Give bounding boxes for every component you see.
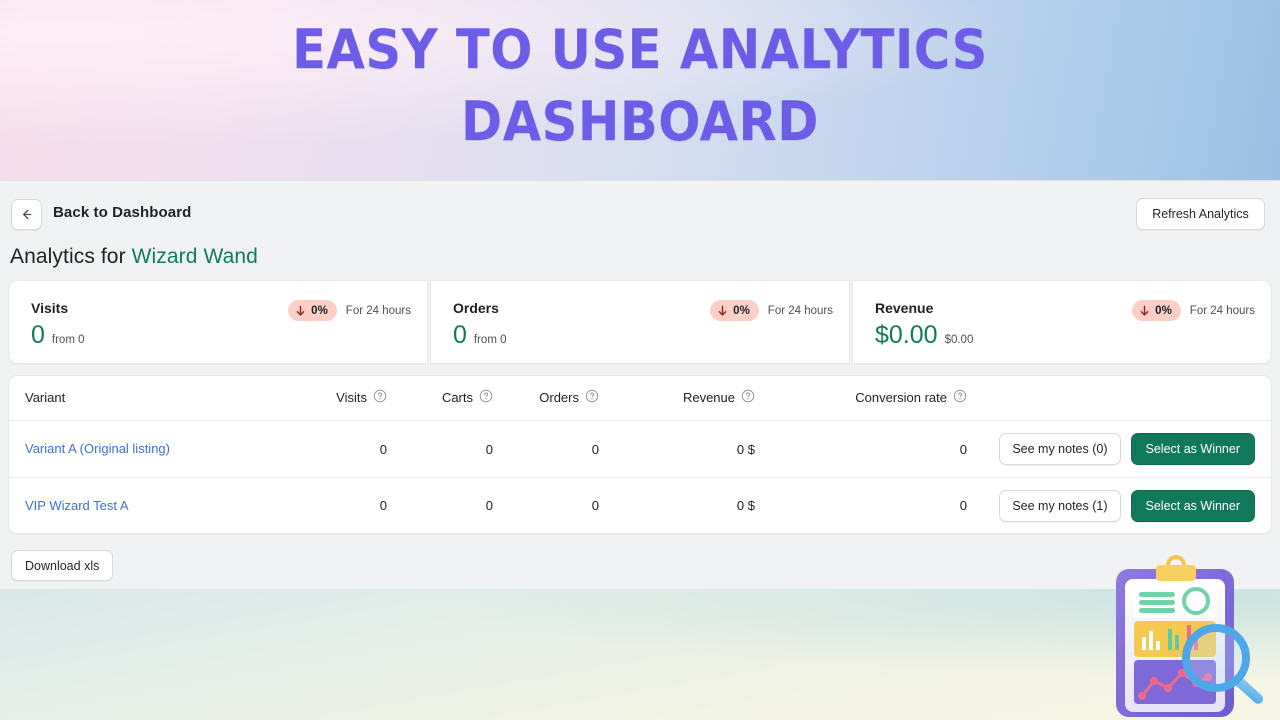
column-header-carts: Carts (442, 389, 493, 406)
download-xls-button[interactable]: Download xls (11, 550, 114, 581)
promo-banner-line-2: DASHBOARD (461, 90, 819, 153)
stat-subvalue: from 0 (473, 334, 507, 346)
promo-banner-line-1: EASY TO USE ANALYTICS (292, 18, 988, 81)
arrow-down-icon (1139, 305, 1150, 317)
table-cell-visits: 0 (379, 498, 387, 513)
table-cell-actions: See my notes (1) Select as Winner (967, 489, 1271, 522)
stat-card-orders: Orders 0 from 0 0% For 24 hours (430, 280, 850, 364)
table-cell-actions: See my notes (0) Select as Winner (967, 433, 1271, 465)
stat-card-revenue: Revenue $0.00 $0.00 0% For 24 hours (852, 280, 1272, 364)
table-header-cell-revenue: Revenue (599, 389, 755, 407)
arrow-down-icon (295, 305, 306, 317)
table-cell-variant: Variant A (Original listing) (9, 440, 281, 458)
table-cell-orders: 0 (591, 498, 599, 513)
select-as-winner-button[interactable]: Select as Winner (1130, 433, 1255, 465)
arrow-left-icon (19, 207, 34, 222)
stat-subvalue: $0.00 (944, 334, 974, 346)
promo-banner: EASY TO USE ANALYTICS DASHBOARD (0, 0, 1280, 180)
column-label-visits: Visits (336, 390, 367, 405)
back-to-dashboard-label[interactable]: Back to Dashboard (53, 204, 191, 221)
status-badge: 0% (710, 300, 759, 321)
stat-meta: 0% For 24 hours (1132, 300, 1255, 321)
stat-period: For 24 hours (1189, 304, 1255, 317)
column-header-visits: Visits (336, 389, 387, 406)
stat-value-row: $0.00 $0.00 (875, 323, 973, 348)
column-header-conversion-rate: Conversion rate (855, 389, 967, 406)
help-question-icon[interactable] (373, 389, 387, 406)
help-question-icon[interactable] (953, 389, 967, 406)
column-label-carts: Carts (441, 390, 473, 405)
variant-link[interactable]: VIP Wizard Test A (25, 498, 129, 513)
stat-title: Visits (31, 300, 69, 316)
back-button[interactable] (11, 199, 42, 230)
see-my-notes-button[interactable]: See my notes (0) (999, 433, 1121, 465)
stat-value-row: 0 from 0 (31, 323, 85, 348)
stat-period: For 24 hours (345, 304, 411, 317)
help-question-icon[interactable] (585, 389, 599, 406)
table-cell-conversion: 0 (959, 498, 967, 513)
status-badge: 0% (1132, 300, 1181, 321)
column-label-orders: Orders (539, 390, 579, 405)
variant-link[interactable]: Variant A (Original listing) (25, 441, 170, 456)
stat-period: For 24 hours (767, 304, 833, 317)
table-cell-carts: 0 (485, 441, 493, 457)
stat-card-visits: Visits 0 from 0 0% For 24 hours (8, 280, 428, 364)
table-cell-revenue: 0 $ (736, 441, 755, 457)
column-label-conversion-rate: Conversion rate (855, 390, 947, 405)
table-header-cell-orders: Orders (493, 389, 599, 407)
status-badge-value: 0% (1155, 304, 1172, 317)
select-as-winner-button[interactable]: Select as Winner (1130, 489, 1255, 522)
stat-cards: Visits 0 from 0 0% For 24 hours Orders 0… (8, 280, 1272, 364)
variants-table: Variant Visits Carts Orders Revenue Conv… (8, 375, 1272, 534)
clipboard-analytics-magnifier-illustration (1098, 555, 1280, 720)
column-header-orders: Orders (539, 389, 599, 406)
table-header-cell-visits: Visits (281, 389, 387, 407)
analytics-app-area: Back to Dashboard Refresh Analytics Anal… (0, 180, 1280, 589)
promo-banner-text: EASY TO USE ANALYTICS DASHBOARD (51, 0, 1229, 158)
stat-subvalue: from 0 (51, 334, 85, 346)
column-label-revenue: Revenue (682, 390, 735, 405)
table-header-row: Variant Visits Carts Orders Revenue Conv… (9, 376, 1271, 421)
help-question-icon[interactable] (741, 389, 755, 406)
stat-meta: 0% For 24 hours (288, 300, 411, 321)
table-header-cell-variant: Variant (9, 389, 281, 407)
column-label-variant: Variant (25, 390, 66, 405)
page-title: Analytics for Wizard Wand (10, 245, 258, 269)
arrow-down-icon (717, 305, 728, 317)
column-header-revenue: Revenue (683, 389, 755, 406)
app-header: Back to Dashboard (0, 180, 1280, 237)
table-row: Variant A (Original listing) 0 0 0 0 $ 0… (9, 421, 1271, 477)
status-badge-value: 0% (733, 304, 750, 317)
stat-title: Orders (453, 300, 499, 316)
table-row: VIP Wizard Test A 0 0 0 0 $ 0 See my not… (9, 477, 1271, 533)
refresh-analytics-button[interactable]: Refresh Analytics (1136, 198, 1265, 230)
footer-gradient (0, 589, 1280, 720)
status-badge: 0% (288, 300, 337, 321)
stat-title: Revenue (875, 300, 934, 316)
see-my-notes-button[interactable]: See my notes (1) (999, 489, 1121, 522)
stat-value: $0.00 (875, 321, 938, 349)
stat-value: 0 (31, 321, 45, 349)
table-cell-carts: 0 (485, 498, 493, 513)
stat-value-row: 0 from 0 (453, 323, 507, 348)
table-header-cell-carts: Carts (387, 389, 493, 407)
page-title-product: Wizard Wand (131, 245, 258, 268)
table-cell-variant: VIP Wizard Test A (9, 497, 281, 515)
help-question-icon[interactable] (479, 389, 493, 406)
table-cell-orders: 0 (591, 441, 599, 457)
table-cell-conversion: 0 (959, 441, 967, 457)
status-badge-value: 0% (311, 304, 328, 317)
table-cell-visits: 0 (379, 441, 387, 457)
stat-value: 0 (453, 321, 467, 349)
table-cell-revenue: 0 $ (736, 498, 755, 513)
stat-meta: 0% For 24 hours (710, 300, 833, 321)
table-header-cell-conversion: Conversion rate (755, 389, 967, 407)
page-title-prefix: Analytics for (10, 245, 132, 268)
